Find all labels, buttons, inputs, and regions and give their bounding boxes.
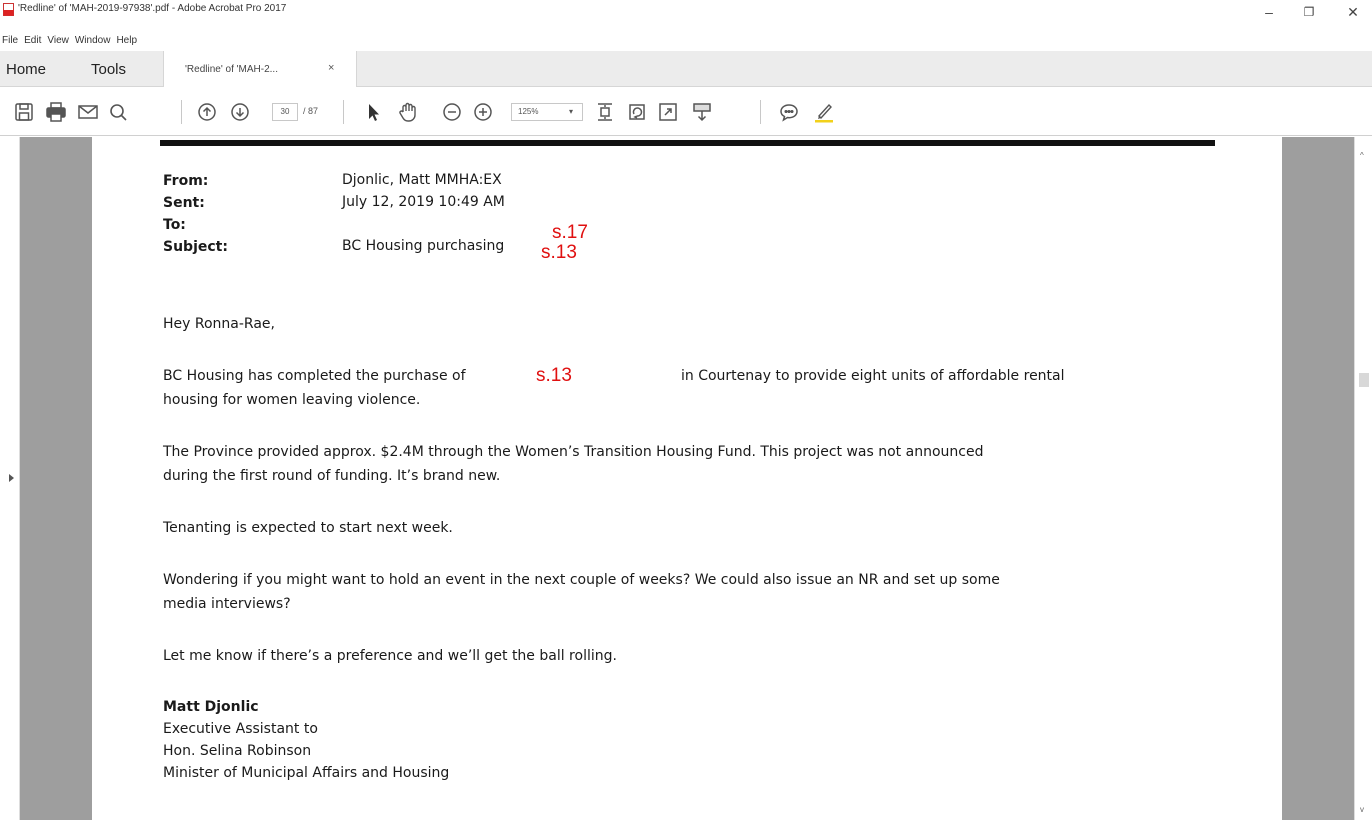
rotate-icon[interactable]: [625, 100, 649, 124]
subject-label: Subject:: [163, 239, 228, 255]
sent-label: Sent:: [163, 195, 205, 211]
page-gutter-right: [1282, 137, 1354, 820]
header-rule: [160, 140, 1215, 146]
paragraph-4-line1: Wondering if you might want to hold an e…: [163, 572, 1000, 588]
fit-page-icon[interactable]: [593, 100, 617, 124]
title-bar: 'Redline' of 'MAH-2019-97938'.pdf - Adob…: [0, 0, 1372, 22]
select-arrow-icon[interactable]: [362, 100, 386, 124]
signature-name: Matt Djonlic: [163, 699, 259, 715]
acrobat-pdf-icon: [3, 3, 14, 16]
toolbar-separator: [181, 100, 182, 124]
paragraph-1-redaction: s.13: [536, 365, 572, 386]
paragraph-2-line2: during the first round of funding. It’s …: [163, 468, 501, 484]
from-value: Djonlic, Matt MMHA:EX: [342, 172, 502, 188]
maximize-button[interactable]: ❐: [1296, 4, 1322, 20]
search-icon[interactable]: [106, 100, 130, 124]
from-label: From:: [163, 173, 209, 189]
menu-help[interactable]: Help: [116, 35, 137, 46]
expand-navigation-pane-icon[interactable]: [9, 474, 14, 482]
menu-window[interactable]: Window: [75, 35, 111, 46]
to-redaction: s.17: [552, 222, 588, 243]
print-icon[interactable]: [44, 100, 68, 124]
read-mode-icon[interactable]: [690, 100, 714, 124]
menu-file[interactable]: File: [2, 35, 18, 46]
next-page-icon[interactable]: [228, 100, 252, 124]
menu-edit[interactable]: Edit: [24, 35, 41, 46]
menu-bar: File Edit View Window Help: [0, 35, 143, 49]
menu-view[interactable]: View: [47, 35, 69, 46]
scrollbar-thumb[interactable]: [1359, 373, 1369, 387]
signature-line-3: Minister of Municipal Affairs and Housin…: [163, 765, 450, 781]
page-total: / 87: [303, 106, 319, 116]
page-number-input[interactable]: 30: [272, 103, 298, 121]
toolbar-separator: [343, 100, 344, 124]
paragraph-1-line2: housing for women leaving violence.: [163, 392, 421, 408]
to-label: To:: [163, 217, 186, 233]
subject-redaction: s.13: [541, 242, 577, 263]
save-icon[interactable]: [12, 100, 36, 124]
full-screen-icon[interactable]: [656, 100, 680, 124]
paragraph-3: Tenanting is expected to start next week…: [163, 520, 453, 536]
tab-document[interactable]: 'Redline' of 'MAH-2... ×: [163, 51, 357, 87]
document-viewer: From: Djonlic, Matt MMHA:EX Sent: July 1…: [0, 137, 1372, 820]
zoom-in-icon[interactable]: [471, 100, 495, 124]
greeting: Hey Ronna-Rae,: [163, 316, 275, 332]
paragraph-1-end: in Courtenay to provide eight units of a…: [681, 368, 1065, 384]
previous-page-icon[interactable]: [195, 100, 219, 124]
scroll-down-arrow-icon[interactable]: v: [1360, 805, 1364, 814]
paragraph-5: Let me know if there’s a preference and …: [163, 648, 617, 664]
navigation-pane-gutter: [0, 137, 20, 820]
tab-tools[interactable]: Tools: [91, 61, 126, 78]
subject-value: BC Housing purchasing: [342, 238, 505, 254]
document-tab-label: 'Redline' of 'MAH-2...: [185, 64, 278, 75]
signature-line-2: Hon. Selina Robinson: [163, 743, 312, 759]
toolbar: 30 / 87 125% ▾: [0, 88, 1372, 136]
page-gutter-left: [20, 137, 92, 820]
scroll-up-arrow-icon[interactable]: ^: [1360, 151, 1364, 160]
zoom-out-icon[interactable]: [440, 100, 464, 124]
tab-strip: Home Tools 'Redline' of 'MAH-2... ×: [0, 51, 1372, 87]
minimize-button[interactable]: –: [1256, 4, 1282, 20]
pdf-page: From: Djonlic, Matt MMHA:EX Sent: July 1…: [92, 137, 1282, 820]
toolbar-separator: [760, 100, 761, 124]
paragraph-2-line1: The Province provided approx. $2.4M thro…: [163, 444, 984, 460]
tab-home[interactable]: Home: [6, 61, 46, 78]
paragraph-4-line2: media interviews?: [163, 596, 291, 612]
sent-value: July 12, 2019 10:49 AM: [342, 194, 505, 210]
signature-line-1: Executive Assistant to: [163, 721, 318, 737]
email-icon[interactable]: [76, 100, 100, 124]
close-window-button[interactable]: ✕: [1340, 4, 1366, 20]
window-title: 'Redline' of 'MAH-2019-97938'.pdf - Adob…: [18, 3, 287, 14]
paragraph-1-start: BC Housing has completed the purchase of: [163, 368, 466, 384]
highlight-icon[interactable]: [812, 100, 836, 124]
hand-tool-icon[interactable]: [396, 100, 420, 124]
chevron-down-icon[interactable]: ▾: [569, 103, 573, 121]
close-tab-button[interactable]: ×: [328, 62, 334, 74]
comment-icon[interactable]: [777, 100, 801, 124]
vertical-scrollbar[interactable]: ^ v: [1354, 137, 1372, 820]
